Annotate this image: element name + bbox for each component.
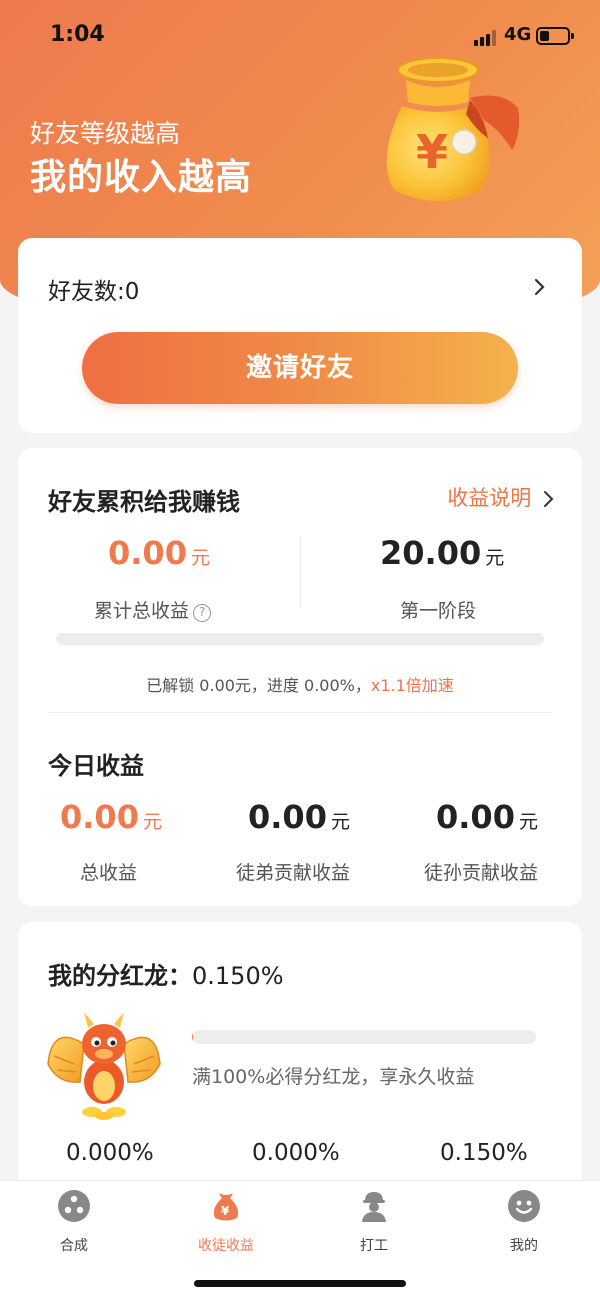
today-total-number: 0.00 [60,798,139,836]
stage-target-value: 20.00 元 [380,534,504,572]
total-earnings-number: 0.00 [108,534,187,572]
stage-target-number: 20.00 [380,534,482,572]
dragon-percent: 0.150% [192,962,284,990]
friends-card: 好友数:0 邀请好友 [18,238,582,433]
chevron-right-icon [534,278,545,296]
earnings-explain-label: 收益说明 [447,486,532,510]
friends-count-label: 好友数:0 [48,279,140,305]
dragon-icon[interactable] [44,1004,164,1122]
chevron-right-icon [544,491,554,507]
today-total-value: 0.00 元 [60,798,162,836]
grand-apprentice-earnings-value: 0.00 元 [436,798,538,836]
section-divider [48,712,552,713]
earnings-card: 好友累积给我赚钱 收益说明 0.00 元 累计总收益? 20.00 元 第一阶段 已… [18,448,582,906]
tab-compose-label: 合成 [60,1238,88,1254]
money-bag-icon: ¥ [213,1193,239,1221]
apprentice-earnings-number: 0.00 [248,798,327,836]
dragon-title-label: 我的分红龙： [48,962,192,990]
apprentice-earnings-label: 徒弟贡献收益 [236,862,351,884]
unlock-status: 已解锁 0.00元，进度 0.00%，x1.1倍加速 [18,672,582,696]
total-earnings-unit: 元 [190,547,210,569]
dividend-dragon-card: 我的分红龙：0.150% 满100%必得分红龙，享永久收益 0.000% 0.0… [18,922,582,1222]
grand-apprentice-earnings-number: 0.00 [436,798,515,836]
speed-boost-text: x1.1倍加速 [370,676,454,695]
bag-currency-symbol: ¥ [416,125,448,179]
total-earnings-value: 0.00 元 [108,534,210,572]
today-title: 今日收益 [48,752,144,780]
help-icon[interactable]: ? [193,604,212,622]
apprentice-earnings-value: 0.00 元 [248,798,350,836]
tab-profile-label: 我的 [510,1238,538,1254]
signal-icon [474,30,498,46]
total-earnings-label-text: 累计总收益 [94,600,190,622]
money-bag-icon: ¥ [386,57,520,201]
home-indicator [194,1280,406,1287]
dragon-stat-1: 0.000% [66,1140,154,1166]
stage-target-unit: 元 [485,547,505,569]
grand-apprentice-earnings-label: 徒孙贡献收益 [424,862,539,884]
compose-icon [58,1190,90,1222]
tab-work-label: 打工 [360,1238,388,1254]
dragon-stat-3: 0.150% [440,1140,528,1166]
hero-title: 我的收入越高 [30,157,253,198]
tab-apprentice-earnings-label: 收徒收益 [198,1238,254,1254]
profile-icon [508,1190,540,1222]
grand-apprentice-earnings-unit: 元 [518,811,538,833]
unlock-text: 已解锁 0.00元，进度 0.00%， [146,676,371,695]
earnings-explain-link[interactable]: 收益说明 [447,482,556,512]
friends-count-row[interactable]: 好友数:0 [48,272,556,305]
total-earnings-label: 累计总收益? [94,596,212,623]
dragon-title: 我的分红龙：0.150% [48,956,284,991]
status-time: 1:04 [50,22,105,47]
stage-progress-bar [56,633,544,645]
tab-profile[interactable]: 我的 [474,1189,574,1255]
today-total-label: 总收益 [80,862,138,884]
stage-label: 第一阶段 [400,600,477,622]
worker-icon [362,1192,386,1222]
battery-icon [536,27,574,45]
dragon-hint: 满100%必得分红龙，享永久收益 [192,1066,475,1088]
tab-compose[interactable]: 合成 [24,1189,124,1255]
hero-subtitle: 好友等级越高 [30,119,181,148]
apprentice-earnings-unit: 元 [330,811,350,833]
dragon-progress-bar [192,1030,536,1044]
stat-divider [300,536,301,608]
dragon-stat-2: 0.000% [252,1140,340,1166]
dragon-progress-fill [192,1030,193,1044]
network-label: 4G [504,24,532,45]
tab-apprentice-earnings[interactable]: ¥ 收徒收益 [176,1189,276,1255]
tab-bag-currency-symbol: ¥ [221,1204,230,1218]
tab-work[interactable]: 打工 [324,1189,424,1255]
today-total-unit: 元 [142,811,162,833]
accumulate-title: 好友累积给我赚钱 [48,488,240,516]
invite-friends-button[interactable]: 邀请好友 [82,332,518,404]
